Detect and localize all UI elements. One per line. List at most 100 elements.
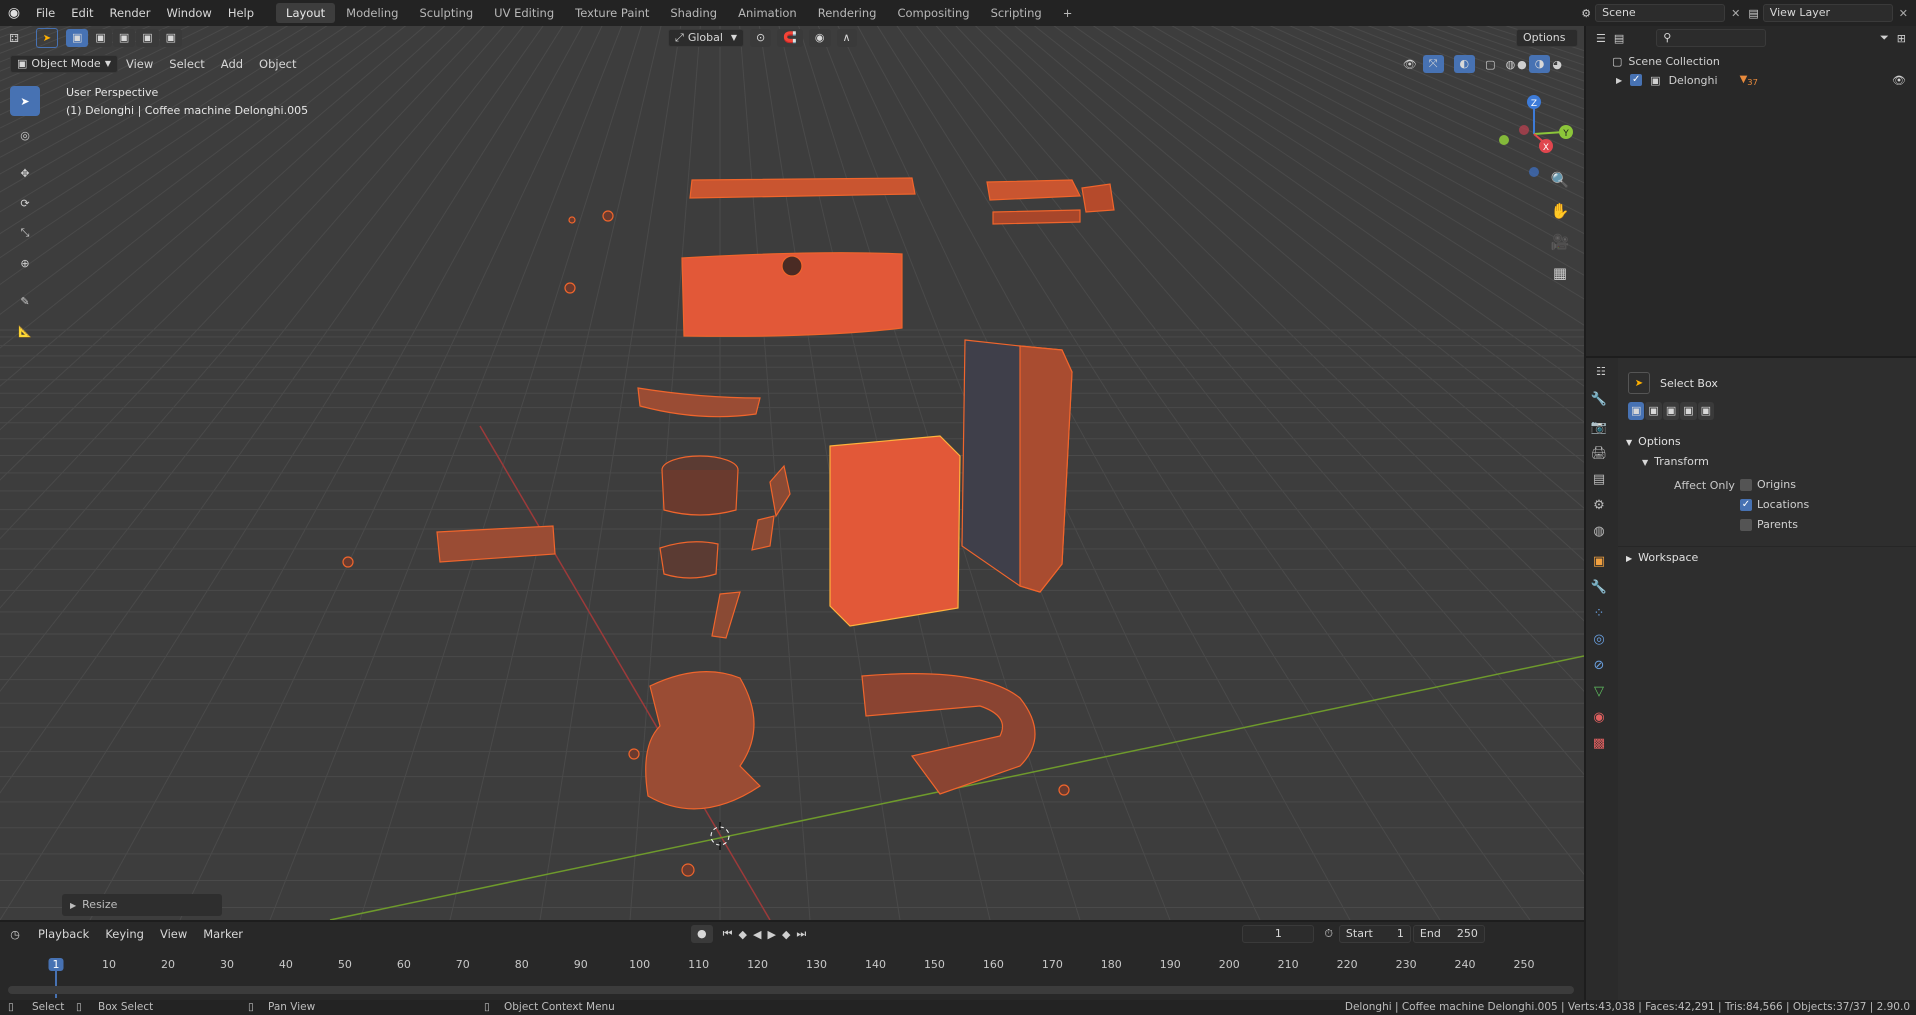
add-workspace-button[interactable]: + [1053,3,1083,23]
editor-type-icon[interactable]: ⚃ [0,32,28,45]
menu-file[interactable]: File [28,0,63,26]
orientation-selector[interactable]: ⤢ Global ▼ [668,29,744,47]
timeline-scrollbar[interactable] [8,986,1574,994]
mode-subtract-icon[interactable]: ▣ [1662,402,1680,420]
zoom-icon[interactable]: 🔍 [1548,168,1572,192]
new-collection-icon[interactable]: ⊞ [1897,32,1906,45]
tool-settings-icon[interactable]: 🔧 [1586,386,1612,412]
scene-collection-row[interactable]: ▢ Scene Collection [1586,50,1916,70]
texture-icon[interactable]: ▩ [1586,730,1612,756]
tab-compositing[interactable]: Compositing [887,3,979,23]
pivot-icon[interactable]: ⊙ [750,29,772,47]
select-box-tool[interactable]: ➤ [10,86,40,116]
scene-tab-icon[interactable]: ⚙ [1586,492,1612,518]
measure-tool[interactable]: 📐 [10,316,40,346]
scene-selector[interactable]: Scene [1595,4,1726,22]
camera-icon[interactable]: 🎥 [1548,230,1572,254]
proportional-edit-icon[interactable]: ◉ [808,29,831,47]
tab-sculpting[interactable]: Sculpting [409,3,483,23]
output-icon[interactable]: 🖨 [1586,440,1612,466]
vp-menu-view[interactable]: View [118,51,161,77]
select-intersect-icon[interactable]: ▣ [159,29,183,47]
mesh-base-left [645,671,761,810]
shading-rendered-icon[interactable]: ◕ [1552,58,1562,71]
select-subtract-icon[interactable]: ▣ [112,29,136,47]
pan-hand-icon[interactable]: ✋ [1548,199,1572,223]
tab-uv-editing[interactable]: UV Editing [484,3,564,23]
select-tool-indicator-icon[interactable]: ➤ [36,28,58,48]
shading-material-icon[interactable]: ◑ [1528,55,1551,73]
3d-viewport[interactable]: User Perspective (1) Delonghi | Coffee m… [0,26,1584,920]
mode-selector[interactable]: ▣ Object Mode ▼ [10,55,118,73]
vp-menu-object[interactable]: Object [251,51,304,77]
outliner-search-input[interactable]: ⚲ [1656,29,1767,47]
expand-arrow-icon[interactable]: ▶ [1616,76,1622,85]
menu-edit[interactable]: Edit [63,0,101,26]
view-layer-selector[interactable]: View Layer [1762,4,1893,22]
select-new-icon[interactable]: ▣ [66,29,89,47]
shading-wireframe-icon[interactable]: ◍ [1506,58,1516,71]
world-icon[interactable]: ◍ [1586,518,1612,544]
tab-shading[interactable]: Shading [660,3,727,23]
outliner-editor-icon[interactable]: ☰ [1596,32,1606,45]
menu-render[interactable]: Render [102,0,159,26]
vp-menu-select[interactable]: Select [161,51,212,77]
mode-new-icon[interactable]: ▣ [1628,402,1645,420]
tab-rendering[interactable]: Rendering [808,3,887,23]
view-layer-tab-icon[interactable]: ▤ [1586,466,1612,492]
mesh-data-icon[interactable]: ▽ [1586,678,1612,704]
parents-checkbox[interactable]: Parents [1740,518,1798,531]
material-icon[interactable]: ◉ [1586,704,1612,730]
properties-editor-icon[interactable]: ☷ [1596,365,1606,378]
tab-animation[interactable]: Animation [728,3,807,23]
render-icon[interactable]: 📷 [1586,414,1612,440]
constraints-icon[interactable]: ⊘ [1586,652,1612,678]
rotate-tool[interactable]: ⟳ [10,188,40,218]
filter-icon[interactable]: ⏷ [1880,31,1889,45]
options-panel-header[interactable]: ▼ Options [1618,432,1916,452]
transform-subpanel-header[interactable]: ▼ Transform [1618,452,1916,472]
last-operator-panel[interactable]: ▶ Resize [62,894,222,916]
scale-tool[interactable]: ⤡ [10,218,40,248]
locations-checkbox[interactable]: ✓ Locations [1740,498,1809,511]
shading-solid-icon[interactable]: ● [1517,58,1527,71]
mode-intersect-icon[interactable]: ▣ [1697,402,1715,420]
tab-texture-paint[interactable]: Texture Paint [565,3,659,23]
tab-scripting[interactable]: Scripting [981,3,1052,23]
physics-icon[interactable]: ◎ [1586,626,1612,652]
select-invert-icon[interactable]: ▣ [136,29,159,47]
workspace-panel-header[interactable]: ▶ Workspace [1618,546,1916,568]
display-mode-icon[interactable]: ▤ [1614,32,1624,45]
menu-window[interactable]: Window [158,0,219,26]
move-tool[interactable]: ✥ [10,158,40,188]
menu-help[interactable]: Help [220,0,262,26]
object-icon[interactable]: ▣ [1586,548,1612,574]
eye-icon[interactable]: 👁 [1892,74,1906,87]
tab-modeling[interactable]: Modeling [336,3,408,23]
transform-tool[interactable]: ⊕ [10,248,40,278]
mode-invert-icon[interactable]: ▣ [1680,402,1697,420]
tab-layout[interactable]: Layout [276,3,336,23]
select-extend-icon[interactable]: ▣ [89,29,112,47]
parents-label: Parents [1757,518,1798,531]
modifier-wrench-icon[interactable]: 🔧 [1586,574,1612,600]
close-scene-icon[interactable]: ✕ [1731,7,1740,20]
mode-extend-icon[interactable]: ▣ [1645,402,1662,420]
xray-icon[interactable]: ▢ [1485,58,1495,71]
close-view-layer-icon[interactable]: ✕ [1899,7,1908,20]
snap-icon[interactable]: 🧲 [777,29,803,47]
blender-logo-icon[interactable]: ◉ [0,5,28,21]
include-checkbox[interactable]: ✓ [1630,74,1643,86]
grid-ortho-icon[interactable]: ▦ [1548,261,1572,285]
origins-checkbox[interactable]: Origins [1740,478,1796,491]
falloff-icon[interactable]: ∧ [836,29,857,47]
gizmo-toggle-icon[interactable]: ⤧ [1422,55,1444,73]
options-dropdown[interactable]: Options [1516,29,1578,47]
particles-icon[interactable]: ⁘ [1586,600,1612,626]
visibility-icon[interactable]: 👁 [1403,58,1417,71]
overlay-toggle-icon[interactable]: ◐ [1453,55,1476,73]
annotate-tool[interactable]: ✎ [10,286,40,316]
cursor-tool[interactable]: ◎ [10,120,40,150]
outliner-item-delonghi[interactable]: ▶ ✓ ▣ Delonghi ▼37 👁 [1586,70,1916,90]
vp-menu-add[interactable]: Add [213,51,251,77]
